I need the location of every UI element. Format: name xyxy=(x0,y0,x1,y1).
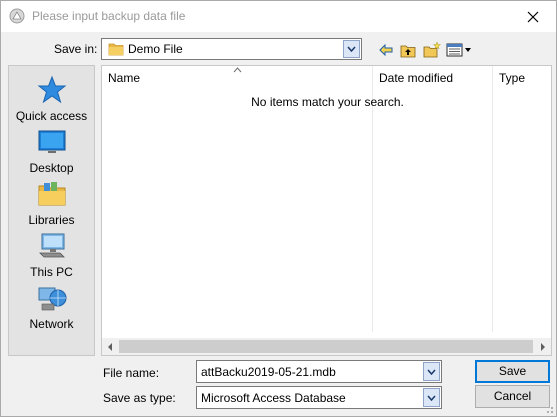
resize-grip-icon[interactable] xyxy=(544,404,554,414)
file-name-dropdown-button[interactable] xyxy=(423,362,440,381)
chevron-left-icon xyxy=(108,342,112,351)
place-label: Libraries xyxy=(28,213,75,227)
save-as-type-label: Save as type: xyxy=(103,391,176,405)
folder-icon xyxy=(108,43,124,56)
file-name-input[interactable]: attBacku2019-05-21.mdb xyxy=(196,360,442,383)
place-label: This PC xyxy=(30,265,73,279)
place-network[interactable]: Network xyxy=(9,282,94,331)
folder-up-icon xyxy=(400,45,416,57)
scrollbar-thumb[interactable] xyxy=(119,340,533,353)
file-name-value: attBacku2019-05-21.mdb xyxy=(201,365,336,379)
close-button[interactable] xyxy=(510,1,556,32)
empty-message: No items match your search. xyxy=(251,95,404,109)
place-label: Desktop xyxy=(29,161,74,175)
scroll-right-button[interactable] xyxy=(534,338,551,355)
places-bar: Quick access Desktop Libraries This PC N… xyxy=(8,65,95,356)
file-list[interactable]: Name Date modified Type No items match y… xyxy=(101,65,552,356)
computer-icon xyxy=(38,233,65,258)
desktop-icon xyxy=(38,130,65,153)
chevron-down-icon xyxy=(427,395,436,401)
column-header-type[interactable]: Type xyxy=(493,66,551,90)
new-folder-icon xyxy=(423,42,441,58)
new-folder-button[interactable] xyxy=(422,41,442,59)
place-quick-access[interactable]: Quick access xyxy=(9,74,94,123)
place-label: Network xyxy=(29,317,74,331)
window-title: Please input backup data file xyxy=(32,9,186,23)
save-in-value: Demo File xyxy=(128,42,183,56)
column-header-date-modified[interactable]: Date modified xyxy=(373,66,492,90)
view-menu-button[interactable] xyxy=(445,41,473,59)
save-as-type-select[interactable]: Microsoft Access Database xyxy=(196,386,442,409)
libraries-icon xyxy=(38,182,65,206)
save-in-combo[interactable]: Demo File xyxy=(101,38,362,60)
horizontal-scrollbar[interactable] xyxy=(102,338,551,355)
save-button[interactable]: Save xyxy=(475,360,550,383)
up-one-level-button[interactable] xyxy=(398,41,418,59)
chevron-down-icon xyxy=(427,369,436,375)
network-icon xyxy=(38,287,66,311)
chevron-right-icon xyxy=(541,342,545,351)
place-label: Quick access xyxy=(15,109,88,123)
place-libraries[interactable]: Libraries xyxy=(9,178,94,227)
file-name-label: File name: xyxy=(103,366,160,380)
save-in-label: Save in: xyxy=(54,42,98,56)
place-this-pc[interactable]: This PC xyxy=(9,230,94,279)
view-menu-icon xyxy=(446,43,471,57)
save-in-dropdown-button[interactable] xyxy=(343,40,360,58)
close-icon xyxy=(527,11,539,22)
place-desktop[interactable]: Desktop xyxy=(9,126,94,175)
save-dialog: Please input backup data file Save in: D… xyxy=(0,0,557,417)
save-as-type-value: Microsoft Access Database xyxy=(201,391,346,405)
star-icon xyxy=(37,75,66,104)
app-icon xyxy=(9,8,25,24)
cancel-button[interactable]: Cancel xyxy=(475,385,550,408)
save-as-type-dropdown-button[interactable] xyxy=(423,388,440,407)
title-bar: Please input backup data file xyxy=(1,1,556,32)
back-arrow-icon xyxy=(379,44,393,56)
back-button[interactable] xyxy=(376,41,396,59)
chevron-down-icon xyxy=(347,46,356,52)
column-header-name[interactable]: Name xyxy=(102,66,372,90)
scroll-left-button[interactable] xyxy=(102,338,119,355)
